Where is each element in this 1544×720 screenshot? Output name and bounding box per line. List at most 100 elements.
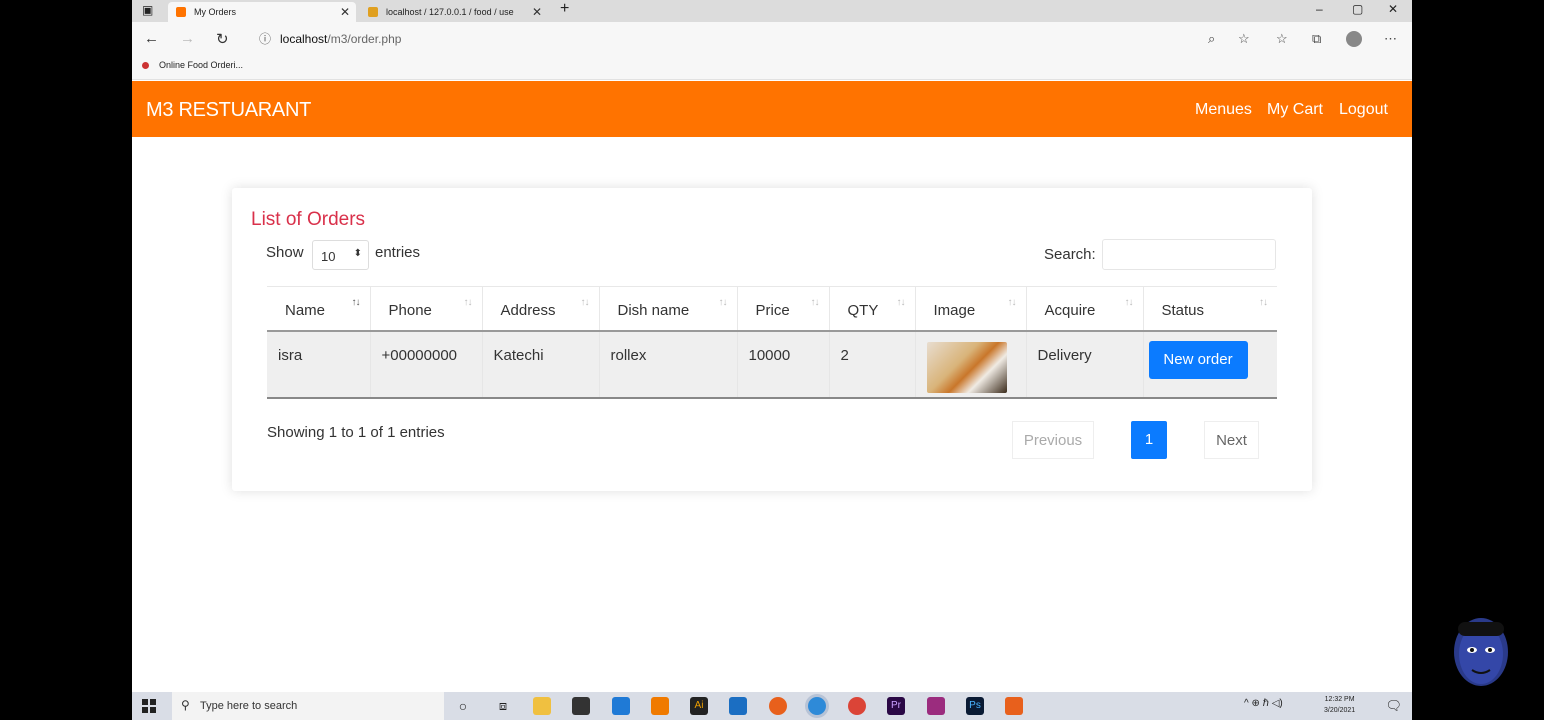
info-icon[interactable]: ⓘ (259, 27, 271, 51)
photoshop-icon[interactable]: Ps (966, 697, 984, 715)
app-icon[interactable] (927, 697, 945, 715)
column-header-qty[interactable]: QTY ↑↓ (828, 286, 915, 332)
entries-label: entries (375, 244, 421, 261)
cell-image (914, 330, 1026, 399)
bookmarks-bar: Online Food Orderi... (132, 56, 1412, 80)
refresh-icon[interactable]: ↻ (216, 30, 229, 48)
column-header-name[interactable]: Name ↑↓ (267, 286, 370, 332)
page-title: List of Orders (251, 209, 366, 230)
select-arrows-icon: ⬍ (353, 248, 362, 259)
column-header-address[interactable]: Address ↑↓ (481, 286, 599, 332)
presenter-avatar-image (1454, 618, 1508, 686)
taskbar-search-input[interactable]: ⚲ Type here to search (172, 692, 444, 720)
tab-my-orders[interactable]: My Orders ✕ (168, 2, 356, 22)
zoom-icon[interactable]: ⌕ (1208, 31, 1215, 47)
taskbar-clock[interactable]: 12:32 PM 3/20/2021 (1324, 694, 1355, 716)
collections-icon[interactable]: ⧉ (1312, 31, 1321, 47)
nav-link-logout[interactable]: Logout (1339, 101, 1388, 119)
clock-date: 3/20/2021 (1324, 707, 1356, 714)
column-header-acquire[interactable]: Acquire ↑↓ (1025, 286, 1143, 332)
tab-favicon-icon (368, 7, 378, 17)
tab-close-icon[interactable]: ✕ (340, 5, 350, 19)
column-header-dish-name[interactable]: Dish name ↑↓ (598, 286, 737, 332)
windows-start-icon[interactable] (142, 699, 156, 713)
vlc-icon[interactable] (651, 697, 669, 715)
new-order-button[interactable]: New order (1148, 340, 1248, 379)
cortana-icon[interactable]: ○ (454, 697, 472, 715)
cell-price: 10000 (736, 330, 829, 399)
nav-link-my-cart[interactable]: My Cart (1267, 101, 1323, 119)
orders-table: Name ↑↓ Phone ↑↓ Address ↑↓ Dish name ↑↓ Pri… (267, 286, 1277, 399)
sort-icon: ↑↓ (580, 297, 590, 308)
bookmark-item[interactable]: Online Food Orderi... (142, 60, 243, 70)
search-icon: ⚲ (181, 698, 190, 712)
url-host: localhost (280, 32, 328, 46)
sort-icon: ↑↓ (351, 297, 361, 308)
minimize-button[interactable]: – (1316, 2, 1323, 16)
browser-tab-strip: ▣ My Orders ✕ localhost / 127.0.0.1 / fo… (132, 0, 1412, 22)
mail-icon[interactable] (612, 697, 630, 715)
firefox-icon[interactable] (769, 697, 787, 715)
premiere-icon[interactable]: Pr (887, 697, 905, 715)
notifications-icon[interactable]: 🗨 (1385, 698, 1402, 714)
vscode-icon[interactable] (729, 697, 747, 715)
tab-phpmyadmin[interactable]: localhost / 127.0.0.1 / food / use ✕ (360, 2, 548, 22)
xampp-icon[interactable] (1005, 697, 1023, 715)
store-icon[interactable] (572, 697, 590, 715)
table-header-row: Name ↑↓ Phone ↑↓ Address ↑↓ Dish name ↑↓ Pri… (267, 286, 1277, 332)
site-brand[interactable]: M3 RESTUARANT (146, 99, 311, 122)
cell-qty: 2 (828, 330, 915, 399)
forward-icon[interactable]: → (180, 30, 195, 47)
tab-title: localhost / 127.0.0.1 / food / use (386, 7, 514, 17)
taskbar-search-placeholder: Type here to search (200, 700, 298, 712)
table-row: isra +00000000 Katechi rollex 10000 2 De… (267, 330, 1277, 399)
column-header-phone[interactable]: Phone ↑↓ (369, 286, 482, 332)
orders-card: List of Orders Show 10 ⬍ entries Search:… (232, 188, 1312, 491)
profile-icon[interactable] (1346, 31, 1362, 47)
pagination-next-button[interactable]: Next (1204, 421, 1259, 459)
more-menu-icon[interactable]: ⋯ (1384, 31, 1397, 47)
tab-favicon-icon (176, 7, 186, 17)
favorites-icon[interactable]: ☆ (1276, 31, 1288, 47)
page-length-select[interactable]: 10 ⬍ (312, 240, 369, 270)
column-header-image[interactable]: Image ↑↓ (914, 286, 1026, 332)
url-path: /m3/order.php (327, 32, 402, 46)
cell-dish-name: rollex (598, 330, 737, 399)
maximize-button[interactable]: ▢ (1352, 2, 1363, 16)
close-window-button[interactable]: ✕ (1388, 2, 1398, 16)
pagination-previous-button[interactable]: Previous (1012, 421, 1094, 459)
cell-status: New order (1142, 330, 1277, 399)
tab-title: My Orders (194, 7, 237, 17)
search-input[interactable] (1102, 239, 1276, 270)
add-favorite-icon[interactable]: ☆ (1238, 31, 1250, 47)
page-length-value: 10 (321, 249, 336, 264)
back-icon[interactable]: ← (144, 30, 159, 47)
file-explorer-icon[interactable] (533, 697, 551, 715)
edge-icon[interactable] (808, 697, 826, 715)
task-view-icon[interactable]: ⧈ (494, 697, 512, 715)
table-info: Showing 1 to 1 of 1 entries (267, 424, 445, 441)
chrome-icon[interactable] (848, 697, 866, 715)
bookmark-favicon-icon (142, 61, 149, 69)
pagination-page-1-button[interactable]: 1 (1131, 421, 1167, 459)
sort-icon: ↑↓ (1007, 297, 1017, 308)
show-label: Show (266, 244, 304, 261)
illustrator-icon[interactable]: Ai (690, 697, 708, 715)
bookmark-label: Online Food Orderi... (159, 60, 244, 70)
column-header-status[interactable]: Status ↑↓ (1142, 286, 1277, 332)
tab-close-icon[interactable]: ✕ (532, 5, 542, 19)
windows-taskbar: ⚲ Type here to search ○ ⧈ Ai Pr Ps ^ ⊕ ℏ… (132, 692, 1412, 720)
sort-icon: ↑↓ (896, 297, 906, 308)
cell-name: isra (267, 330, 370, 399)
cell-phone: +00000000 (369, 330, 482, 399)
system-tray[interactable]: ^ ⊕ ℏ ◁) (1244, 698, 1283, 709)
screen: ▣ My Orders ✕ localhost / 127.0.0.1 / fo… (132, 0, 1412, 720)
nav-link-menues[interactable]: Menues (1195, 101, 1252, 119)
new-tab-button[interactable]: + (560, 0, 569, 18)
column-header-price[interactable]: Price ↑↓ (736, 286, 829, 332)
clock-time: 12:32 PM (1324, 696, 1355, 703)
address-bar[interactable]: ⓘ localhost/m3/order.php (250, 27, 1252, 51)
sort-icon: ↑↓ (1259, 297, 1268, 308)
food-thumbnail-image (926, 341, 1007, 393)
tab-actions-icon[interactable]: ▣ (142, 3, 153, 17)
